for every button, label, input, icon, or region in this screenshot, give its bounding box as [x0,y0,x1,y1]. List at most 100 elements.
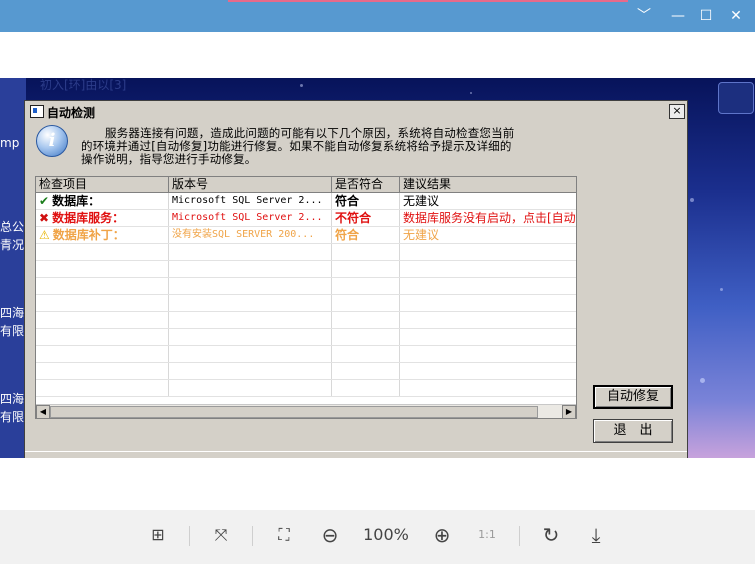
table-row[interactable] [36,380,576,397]
table-cell-item: ⚠ 数据库补丁： [36,227,169,243]
auto-check-dialog: 自动检测 × i 服务器连接有问题，造成此问题的可能有以下几个原因，系统将自动检… [24,100,688,458]
table-cell-version [169,261,332,277]
column-header-version[interactable]: 版本号 [169,177,332,192]
zoom-in-icon[interactable]: ⊕ [428,522,456,548]
exit-button[interactable]: 退 出 [593,419,673,443]
download-icon[interactable]: ⤓ [582,522,610,548]
horizontal-scrollbar[interactable]: ◀ ▶ [36,404,576,418]
table-cell-advice [400,244,576,260]
table-row[interactable] [36,261,576,278]
table-cell-item [36,295,169,311]
window-icon [30,105,44,118]
column-header-item[interactable]: 检查项目 [36,177,169,192]
table-cell-version [169,295,332,311]
table-cell-advice [400,278,576,294]
table-cell-advice: 无建议 [403,228,440,242]
table-cell-ok [332,261,400,277]
table-row[interactable] [36,244,576,261]
table-cell-ok [332,278,400,294]
table-cell-item [36,312,169,328]
table-row[interactable]: ✖ 数据库服务： Microsoft SQL Server 2... 不符合 数据库服务… [36,210,576,227]
desktop-label: mp [0,136,20,150]
desktop-label: 总公 [0,220,25,234]
table-cell-advice [400,380,576,396]
table-cell-advice [400,261,576,277]
table-row[interactable]: ⚠ 数据库补丁： 没有安装SQL SERVER 200... 符合 无建议 [36,227,576,244]
check-results-table: 检查项目 版本号 是否符合 建议结果 ✔ 数据库： Microsoft SQL Se… [35,176,577,419]
table-cell-version [169,278,332,294]
table-cell-advice [400,363,576,379]
table-row[interactable] [36,329,576,346]
message-line: 操作说明，指导您进行手动修复。 [81,152,257,166]
zoom-level: 100% [363,525,409,544]
minimize-button[interactable]: — [664,4,692,28]
table-cell-version [169,244,332,260]
message-line: 服务器连接有问题，造成此问题的可能有以下几个原因，系统将自动检查您当前 [105,126,515,140]
column-header-advice[interactable]: 建议结果 [400,177,576,192]
row-item-label: 数据库服务： [52,211,125,225]
table-cell-advice [400,295,576,311]
table-row[interactable] [36,346,576,363]
table-cell-ok [332,329,400,345]
table-cell-ok [332,346,400,362]
info-icon: i [36,125,68,157]
dialog-title-bar: 自动检测 × [27,103,685,120]
toolbar-divider [252,526,253,546]
dialog-title: 自动检测 [47,106,96,120]
row-item-label: 数据库补丁： [52,228,125,242]
table-cell-item: ✔ 数据库： [36,193,169,209]
close-button[interactable]: ✕ [722,4,750,28]
table-cell-item [36,380,169,396]
table-cell-version [169,312,332,328]
scroll-left-button[interactable]: ◀ [36,405,50,418]
zoom-out-icon[interactable]: ⊖ [316,522,344,548]
maximize-button[interactable]: ☐ [692,4,720,28]
auto-repair-button[interactable]: 自动修复 [593,385,673,409]
table-row[interactable] [36,312,576,329]
desktop-label: 有限 [0,324,25,338]
toolbar-divider [519,526,520,546]
table-cell-ok: 符合 [332,227,400,243]
table-cell-item [36,278,169,294]
collapse-icon[interactable]: ﹀ [630,4,658,28]
dialog-status-strip [25,451,687,458]
viewer-title-bar: ﹀ — ☐ ✕ [0,0,755,32]
table-row[interactable] [36,295,576,312]
table-cell-version [169,380,332,396]
error-icon: ✖ [39,211,50,225]
table-cell-version [169,346,332,362]
table-cell-advice [400,329,576,345]
table-cell-item [36,329,169,345]
table-cell-ok [332,380,400,396]
table-cell-item: ✖ 数据库服务： [36,210,169,226]
table-cell-item [36,261,169,277]
dialog-close-button[interactable]: × [669,104,685,119]
table-cell-ok: 不符合 [332,210,400,226]
fullscreen-icon[interactable]: ⛶ [270,522,298,548]
desktop-shortcut-icon[interactable] [718,82,754,114]
table-row[interactable] [36,278,576,295]
rotate-icon[interactable]: ↻ [537,522,565,548]
scroll-thumb[interactable] [50,406,538,418]
table-cell-advice [400,312,576,328]
table-row[interactable]: ✔ 数据库： Microsoft SQL Server 2... 符合 无建议 [36,193,576,210]
table-body: ✔ 数据库： Microsoft SQL Server 2... 符合 无建议 ✖ 数据库服… [36,193,576,403]
table-cell-item [36,244,169,260]
viewer-toolbar: ⊞ ⤧ ⛶ ⊖ 100% ⊕ 1:1 ↻ ⤓ [0,510,755,564]
table-cell-ok: 符合 [332,193,400,209]
layout-icon[interactable]: ⊞ [144,522,172,548]
scroll-right-button[interactable]: ▶ [562,405,576,418]
column-header-status[interactable]: 是否符合 [332,177,400,192]
desktop-label: 四海 [0,392,25,406]
desktop-label: 四海 [0,306,25,320]
check-icon: ✔ [39,194,50,208]
actual-size-button[interactable]: 1:1 [474,522,500,548]
title-accent-line [228,0,628,2]
fit-window-icon[interactable]: ⤧ [207,522,235,548]
table-cell-version: Microsoft SQL Server 2... [169,193,332,209]
table-cell-ok [332,363,400,379]
table-row[interactable] [36,363,576,380]
warning-icon: ⚠ [39,228,50,242]
table-cell-version: 没有安装SQL SERVER 200... [169,227,332,243]
table-cell-ok [332,312,400,328]
